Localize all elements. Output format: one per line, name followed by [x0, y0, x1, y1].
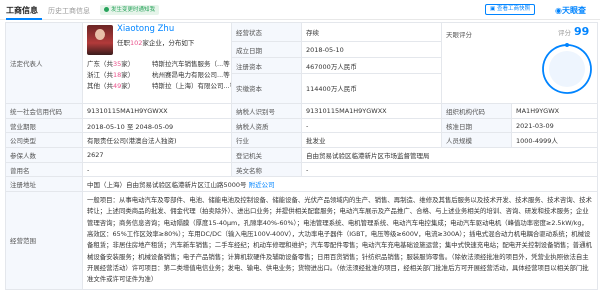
term-label: 营业期限: [5, 117, 83, 134]
legal-rep-cell: Xiaotong Zhu 任职102家企业，分布如下 广东（共35家） 特斯拉汽车…: [82, 22, 232, 104]
score-value: 99: [574, 25, 590, 38]
summary-prefix: 任职: [117, 39, 130, 47]
english-name-value: -: [301, 161, 598, 178]
gauge-dot: [565, 43, 569, 47]
founded-value: 2018-05-10: [301, 41, 442, 59]
count-pre: （共: [100, 60, 113, 68]
taxpayer-q-label: 纳税人资质: [231, 117, 302, 134]
status-label: 经营状态: [231, 21, 302, 43]
brand-label: 天眼查: [561, 6, 586, 15]
score-readout: 评分 99: [558, 25, 589, 38]
org-code-label: 组织机构代码: [441, 103, 512, 119]
legal-rep-label: 法定代表人: [5, 22, 83, 104]
insured-value: 2627: [82, 147, 232, 163]
region-company: 杭州赛昂电力有限公司...等: [152, 71, 230, 79]
qr-icon: ▣: [490, 6, 496, 12]
notify-badge[interactable]: 发生变更时通知我: [100, 5, 160, 15]
industry-label: 行业: [231, 132, 302, 149]
count-pre: （共: [100, 82, 113, 90]
section-header: 工商信息 历史工商信息 发生变更时通知我 ▣ 查看工商快照 ◉天眼查: [0, 0, 600, 20]
approved-value: 2021-03-09: [511, 117, 598, 134]
taxpayer-q-value: -: [301, 117, 442, 134]
address-value: 中国（上海）自由贸易试验区临港新片区江山路5000号: [87, 181, 247, 190]
org-code-value: MA1H9YGWX: [511, 103, 598, 119]
taxpayer-id-label: 纳税人识别号: [231, 103, 302, 119]
notify-label: 发生变更时通知我: [111, 7, 156, 13]
scope-label: 经营范围: [5, 191, 83, 290]
authority-value: 自由贸易试验区临港新片区市场监督管理局: [301, 147, 598, 163]
region: 浙江: [87, 71, 100, 79]
score-label: 天眼评分: [446, 31, 472, 39]
count-pre: （共: [100, 71, 113, 79]
summary-count[interactable]: 102: [130, 39, 142, 47]
region-company: 特斯拉（上海）有限公司...等: [152, 82, 232, 90]
list-item[interactable]: 其他（共49家） 特斯拉（上海）有限公司...等: [87, 81, 232, 92]
staff-label: 人员规模: [441, 132, 512, 149]
region: 广东: [87, 60, 100, 68]
term-value: 2018-05-10 至 2048-05-09: [82, 117, 232, 134]
type-label: 公司类型: [5, 132, 83, 149]
snapshot-label: 查看工商快照: [496, 6, 530, 12]
address-label: 注册地址: [5, 176, 83, 193]
legal-rep-company-list: 广东（共35家） 特斯拉汽车销售服务（...等 浙江（共18家） 杭州赛昂电力有限公…: [87, 59, 232, 92]
paid-capital-label: 实缴资本: [231, 72, 302, 105]
staff-value: 1000-4999人: [511, 132, 598, 149]
former-name-label: 曾用名: [5, 161, 83, 178]
paid-capital-value: 114400万人民币: [301, 72, 442, 105]
credit-code-value: 91310115MA1H9YGWXX: [82, 103, 232, 119]
count-post: 家）: [121, 71, 135, 79]
nearby-companies-link[interactable]: 附近公司: [249, 181, 275, 189]
count-post: 家）: [121, 60, 135, 68]
industry-value: 批发业: [301, 132, 442, 149]
type-value: 有限责任公司(港澳台法人独资): [82, 132, 232, 149]
credit-code-label: 统一社会信用代码: [5, 103, 83, 119]
insured-label: 参保人数: [5, 147, 83, 163]
scope-value: 一般项目：从事电动汽车及零部件、电池、储能电池及控制设备、储能设备、光伏产品领域…: [82, 191, 598, 290]
region: 其他: [87, 82, 100, 90]
brand-logo: ◉天眼查: [555, 5, 586, 16]
former-name-value: -: [82, 161, 232, 178]
eye-icon: ◉: [555, 6, 562, 15]
score-gauge-icon: [542, 43, 592, 94]
avatar[interactable]: [87, 25, 113, 55]
reg-capital-label: 注册资本: [231, 57, 302, 74]
tab-history-info[interactable]: 历史工商信息: [48, 6, 90, 16]
active-tab-indicator: [6, 18, 42, 20]
taxpayer-id-value: 91310115MA1H9YGWXX: [301, 103, 442, 119]
english-name-label: 英文名称: [231, 161, 302, 178]
list-item[interactable]: 浙江（共18家） 杭州赛昂电力有限公司...等: [87, 70, 231, 81]
legal-rep-summary: 任职102家企业，分布如下: [117, 37, 194, 47]
address-cell: 中国（上海）自由贸易试验区临港新片区江山路5000号 附近公司: [82, 176, 598, 193]
snapshot-button[interactable]: ▣ 查看工商快照: [485, 4, 535, 15]
authority-label: 登记机关: [231, 147, 302, 163]
tab-business-info[interactable]: 工商信息: [6, 5, 38, 16]
business-info-table: 法定代表人 Xiaotong Zhu 任职102家企业，分布如下 广东（共35家…: [5, 21, 598, 290]
summary-suffix: 家企业，分布如下: [142, 39, 195, 47]
list-item[interactable]: 广东（共35家） 特斯拉汽车销售服务（...等: [87, 59, 231, 70]
region-company: 特斯拉汽车销售服务（...等: [152, 60, 230, 68]
status-value: 存续: [301, 21, 442, 43]
bell-icon: [104, 7, 109, 12]
approved-label: 核准日期: [441, 117, 512, 134]
reg-capital-value: 467000万人民币: [301, 57, 442, 74]
count-post: 家）: [121, 82, 135, 90]
gauge-inner: [549, 51, 585, 87]
legal-rep-name[interactable]: Xiaotong Zhu: [117, 24, 174, 34]
founded-label: 成立日期: [231, 41, 302, 59]
score-cell: 天眼评分 评分 99: [441, 22, 598, 104]
score-prefix: 评分: [558, 29, 571, 37]
